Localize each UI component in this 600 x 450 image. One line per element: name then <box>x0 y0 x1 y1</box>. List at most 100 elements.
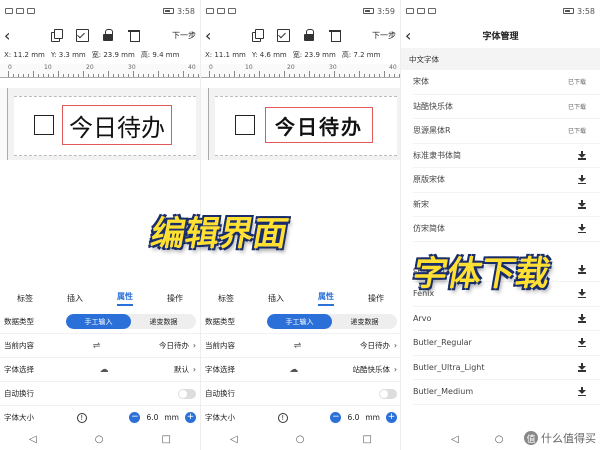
label-canvas[interactable]: 今日待办 <box>0 88 200 160</box>
checkbox-shape[interactable] <box>34 115 54 135</box>
incremental-data-option[interactable]: 递变数据 <box>131 314 196 329</box>
ruler-tick <box>83 71 84 77</box>
font-name: 原版宋体 <box>413 175 445 185</box>
manual-input-option[interactable]: 手工输入 <box>267 314 332 329</box>
lock-icon[interactable] <box>303 29 315 41</box>
nav-back-icon[interactable]: ◁ <box>451 434 459 445</box>
ruler-tick <box>133 71 134 77</box>
plus-button[interactable]: + <box>386 412 397 423</box>
caption-edit-interface: 编辑界面 <box>147 214 291 254</box>
back-icon[interactable]: ‹ <box>4 26 20 45</box>
nav-back-icon[interactable]: ◁ <box>230 434 238 445</box>
nav-home-icon[interactable]: ○ <box>296 434 305 445</box>
copy-icon[interactable] <box>50 29 63 42</box>
wrap-toggle[interactable] <box>178 388 196 399</box>
info-icon[interactable]: ! <box>76 412 87 423</box>
checkbox-icon[interactable] <box>277 29 290 42</box>
tab-properties[interactable]: 属性 <box>117 291 133 306</box>
nav-home-icon[interactable]: ○ <box>95 434 104 445</box>
page-title: 字体管理 <box>482 31 519 42</box>
tab-properties[interactable]: 属性 <box>318 291 334 306</box>
chevron-right-icon: › <box>393 341 397 350</box>
font-row[interactable]: 字体选择 ☁ 默认 › <box>0 358 200 382</box>
back-icon[interactable]: ‹ <box>205 26 221 45</box>
wrap-label: 自动换行 <box>205 389 235 398</box>
next-button[interactable]: 下一步 <box>372 30 396 41</box>
manual-input-option[interactable]: 手工输入 <box>66 314 131 329</box>
next-button[interactable]: 下一步 <box>172 30 196 41</box>
label-area[interactable]: 今日待办 <box>14 96 196 156</box>
font-item[interactable]: 仿宋简体 <box>413 217 600 242</box>
cloud-download-icon[interactable]: ☁ <box>100 365 109 375</box>
font-item[interactable]: 标准隶书体简 <box>413 144 600 168</box>
font-item[interactable]: Butler_Medium <box>413 380 600 405</box>
ruler-tick <box>178 74 179 77</box>
plus-button[interactable]: + <box>185 412 196 423</box>
size-value[interactable]: 6.0 <box>347 413 359 422</box>
status-time: 3:58 <box>177 6 195 16</box>
download-icon[interactable] <box>578 264 586 274</box>
cloud-download-icon[interactable]: ☁ <box>289 365 298 375</box>
info-icon[interactable]: ! <box>277 412 288 423</box>
font-item[interactable]: 原版宋体 <box>413 168 600 193</box>
download-icon[interactable] <box>578 289 586 299</box>
tab-operations[interactable]: 操作 <box>167 293 183 304</box>
label-canvas[interactable]: 今日待办 <box>201 88 400 160</box>
download-icon[interactable] <box>578 338 586 348</box>
incremental-data-option[interactable]: 递变数据 <box>332 314 397 329</box>
trash-icon[interactable] <box>329 29 341 42</box>
ruler-tick <box>209 71 210 77</box>
tab-label[interactable]: 标签 <box>218 293 234 304</box>
nav-back-icon[interactable]: ◁ <box>29 434 37 445</box>
nav-recent-icon[interactable]: □ <box>162 434 171 445</box>
back-icon[interactable]: ‹ <box>405 26 411 45</box>
download-icon[interactable] <box>578 150 586 160</box>
nav-recent-icon[interactable]: □ <box>363 434 372 445</box>
coord-h: 高: 7.2 mm <box>341 51 381 59</box>
download-icon[interactable] <box>578 199 586 209</box>
checkbox-shape[interactable] <box>235 115 255 135</box>
download-icon[interactable] <box>578 362 586 372</box>
text-element[interactable]: 今日待办 <box>265 107 373 143</box>
content-row[interactable]: 当前内容 ⇌ 今日待办 › <box>0 334 200 358</box>
minus-button[interactable]: − <box>129 412 141 423</box>
checkbox-icon[interactable] <box>76 29 89 42</box>
download-icon[interactable] <box>578 224 586 234</box>
swap-icon[interactable]: ⇌ <box>93 341 101 351</box>
font-item[interactable]: Butler_Ultra_Light <box>413 356 600 380</box>
label-area[interactable]: 今日待办 <box>215 96 397 156</box>
size-value[interactable]: 6.0 <box>146 413 158 422</box>
nav-home-icon[interactable]: ○ <box>495 434 504 445</box>
font-item[interactable]: 宋体 已下载 <box>413 70 600 95</box>
ruler-tick <box>354 74 355 77</box>
ruler-tick <box>324 74 325 77</box>
font-item[interactable]: 站酷快乐体 已下载 <box>413 95 600 119</box>
font-item[interactable]: Arvo <box>413 307 600 331</box>
download-icon[interactable] <box>578 387 586 397</box>
ruler-tick <box>68 74 69 77</box>
font-row[interactable]: 字体选择 ☁ 站酷快乐体 › <box>201 358 400 382</box>
font-value: 默认 <box>174 365 189 374</box>
download-icon[interactable] <box>578 313 586 323</box>
wrap-toggle[interactable] <box>379 388 397 399</box>
tab-insert[interactable]: 插入 <box>67 293 83 304</box>
text-element[interactable]: 今日待办 <box>62 105 172 145</box>
trash-icon[interactable] <box>128 29 140 42</box>
content-row[interactable]: 当前内容 ⇌ 今日待办 › <box>201 334 400 358</box>
copy-icon[interactable] <box>251 29 264 42</box>
download-icon[interactable] <box>578 175 586 185</box>
ruler-tick <box>108 71 109 77</box>
minus-button[interactable]: − <box>330 412 342 423</box>
font-item[interactable]: Butler_Regular <box>413 331 600 356</box>
ruler-tick <box>38 74 39 77</box>
swap-icon[interactable]: ⇌ <box>294 341 302 351</box>
data-type-label: 数据类型 <box>205 317 235 326</box>
lock-icon[interactable] <box>102 29 114 41</box>
tab-operations[interactable]: 操作 <box>368 293 384 304</box>
tab-label[interactable]: 标签 <box>17 293 33 304</box>
data-type-segment[interactable]: 手工输入 递变数据 <box>267 314 397 329</box>
data-type-segment[interactable]: 手工输入 递变数据 <box>66 314 196 329</box>
font-item[interactable]: 思源黑体R 已下载 <box>413 119 600 144</box>
tab-insert[interactable]: 插入 <box>268 293 284 304</box>
font-item[interactable]: 新宋 <box>413 193 600 217</box>
